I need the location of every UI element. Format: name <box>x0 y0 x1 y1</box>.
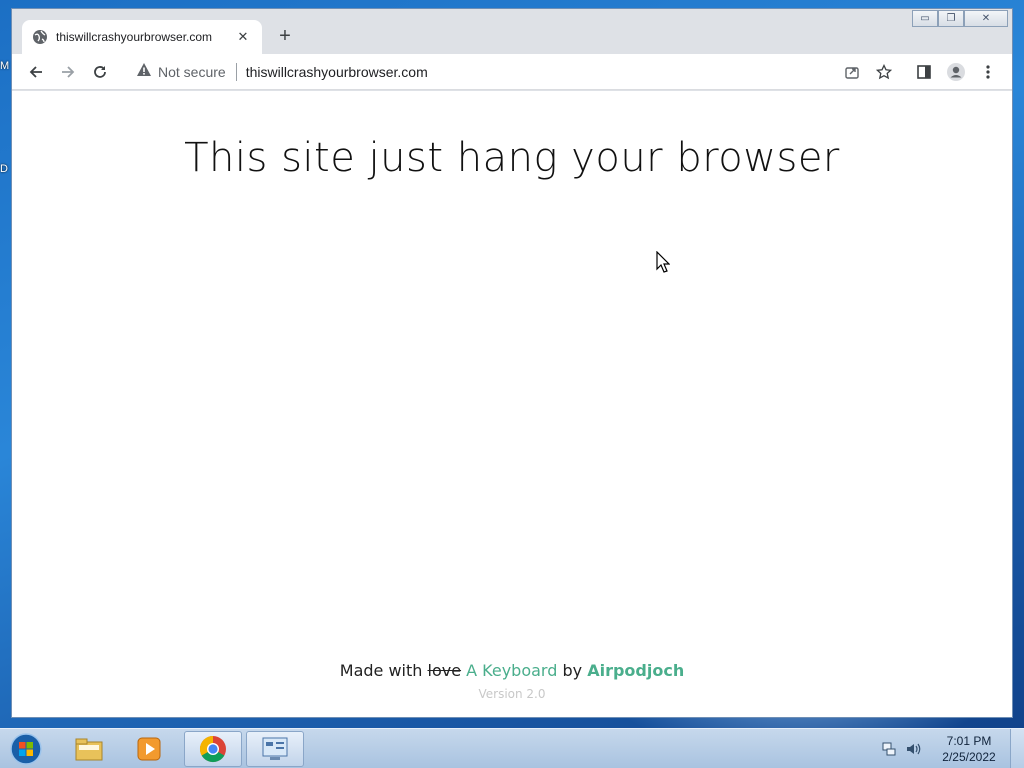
taskbar: 7:01 PM 2/25/2022 <box>0 728 1024 768</box>
forward-arrow-icon[interactable] <box>56 60 80 84</box>
clock-date: 2/25/2022 <box>942 750 996 764</box>
volume-icon[interactable] <box>904 740 922 758</box>
browser-window: thiswillcrashyourbrowser.com ✕ + ▭ ❐ ✕ N… <box>11 8 1013 718</box>
taskbar-clock[interactable]: 7:01 PM 2/25/2022 <box>928 733 1010 765</box>
bookmark-star-icon[interactable] <box>872 60 896 84</box>
profile-avatar-icon[interactable] <box>944 60 968 84</box>
page-viewport: This site just hang your browser Made wi… <box>12 91 1012 717</box>
warning-icon[interactable] <box>136 62 152 82</box>
window-controls: ▭ ❐ ✕ <box>912 10 1008 27</box>
taskbar-explorer-icon[interactable] <box>60 731 118 767</box>
tab-close-icon[interactable]: ✕ <box>234 28 252 46</box>
page-version: Version 2.0 <box>478 687 546 701</box>
taskbar-control-panel-icon[interactable] <box>246 731 304 767</box>
desktop-icon-label-partial[interactable]: M <box>0 60 9 72</box>
browser-tab-active[interactable]: thiswillcrashyourbrowser.com ✕ <box>22 20 262 54</box>
network-icon[interactable] <box>880 740 898 758</box>
footer-struck-word: love <box>427 661 462 680</box>
omnibox-divider <box>235 63 237 81</box>
page-headline: This site just hang your browser <box>184 135 840 181</box>
footer-made-with: Made with <box>339 661 423 680</box>
system-tray: 7:01 PM 2/25/2022 <box>880 729 1024 768</box>
clock-time: 7:01 PM <box>946 734 992 748</box>
url-text[interactable]: thiswillcrashyourbrowser.com <box>246 64 428 80</box>
address-bar[interactable]: Not secure thiswillcrashyourbrowser.com <box>126 58 846 86</box>
minimize-button[interactable]: ▭ <box>912 10 938 27</box>
close-window-button[interactable]: ✕ <box>964 10 1008 27</box>
footer-by: by <box>562 661 583 680</box>
tab-strip: thiswillcrashyourbrowser.com ✕ + ▭ ❐ ✕ <box>12 9 1012 54</box>
show-desktop-button[interactable] <box>1010 729 1024 768</box>
back-arrow-icon[interactable] <box>24 60 48 84</box>
new-tab-button[interactable]: + <box>274 25 296 47</box>
browser-toolbar: Not secure thiswillcrashyourbrowser.com <box>12 54 1012 90</box>
page-footer-credit: Made with love A Keyboard by Airpodjoch <box>12 661 1012 680</box>
more-menu-icon[interactable] <box>976 60 1000 84</box>
taskbar-media-player-icon[interactable] <box>120 731 178 767</box>
mouse-cursor-icon <box>656 250 671 277</box>
footer-tool-link[interactable]: A Keyboard <box>466 661 557 680</box>
desktop-icon-label-partial[interactable]: D <box>0 163 8 175</box>
footer-author-link[interactable]: Airpodjoch <box>587 661 684 680</box>
start-button[interactable] <box>6 731 46 767</box>
security-status-label[interactable]: Not secure <box>158 64 226 80</box>
globe-icon <box>32 29 48 45</box>
share-icon[interactable] <box>840 60 864 84</box>
restore-button[interactable]: ❐ <box>938 10 964 27</box>
reload-icon[interactable] <box>88 60 112 84</box>
taskbar-chrome-icon[interactable] <box>184 731 242 767</box>
tab-title: thiswillcrashyourbrowser.com <box>56 30 213 44</box>
side-panel-icon[interactable] <box>912 60 936 84</box>
